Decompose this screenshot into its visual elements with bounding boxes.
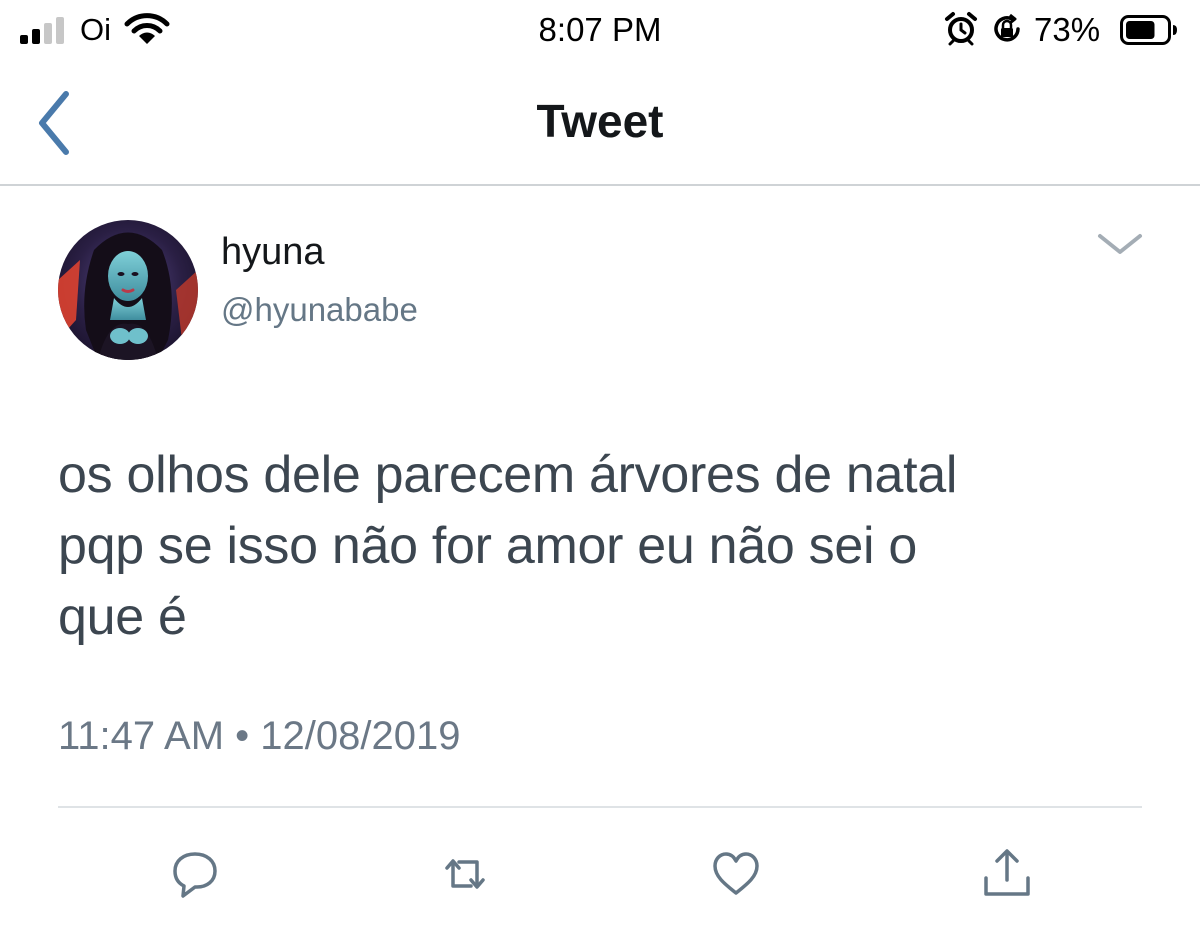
display-name[interactable]: hyuna xyxy=(221,228,325,276)
avatar-image xyxy=(58,220,198,360)
share-icon xyxy=(984,849,1030,896)
nav-bar: Tweet xyxy=(0,62,1200,186)
tweet-text-line: pqp se isso não for amor eu não sei o xyxy=(58,517,917,575)
battery-percent: 73% xyxy=(1034,11,1101,48)
tweet-text-line: que é xyxy=(58,588,187,646)
divider xyxy=(58,806,1142,808)
reply-button[interactable] xyxy=(167,846,223,902)
status-bar: Oi 8:07 PM 73% xyxy=(0,0,1200,62)
heart-icon xyxy=(713,852,759,895)
retweet-button[interactable] xyxy=(437,846,493,902)
orientation-lock-icon xyxy=(990,12,1024,46)
page-title: Tweet xyxy=(536,95,664,147)
reply-icon xyxy=(173,852,217,898)
tweet-text: os olhos dele parecem árvores de natal p… xyxy=(58,440,1148,653)
battery-icon xyxy=(1120,15,1178,45)
like-button[interactable] xyxy=(708,846,764,902)
share-button[interactable] xyxy=(979,846,1035,902)
tweet-timestamp: 11:47 AM • 12/08/2019 xyxy=(58,714,461,758)
alarm-icon xyxy=(943,10,979,46)
chevron-down-icon xyxy=(1098,234,1142,254)
tweet-menu-button[interactable] xyxy=(1094,226,1146,262)
user-handle[interactable]: @hyunababe xyxy=(221,288,418,332)
tweet-text-line: os olhos dele parecem árvores de natal xyxy=(58,446,958,504)
avatar[interactable] xyxy=(58,220,198,360)
retweet-icon xyxy=(445,859,485,889)
